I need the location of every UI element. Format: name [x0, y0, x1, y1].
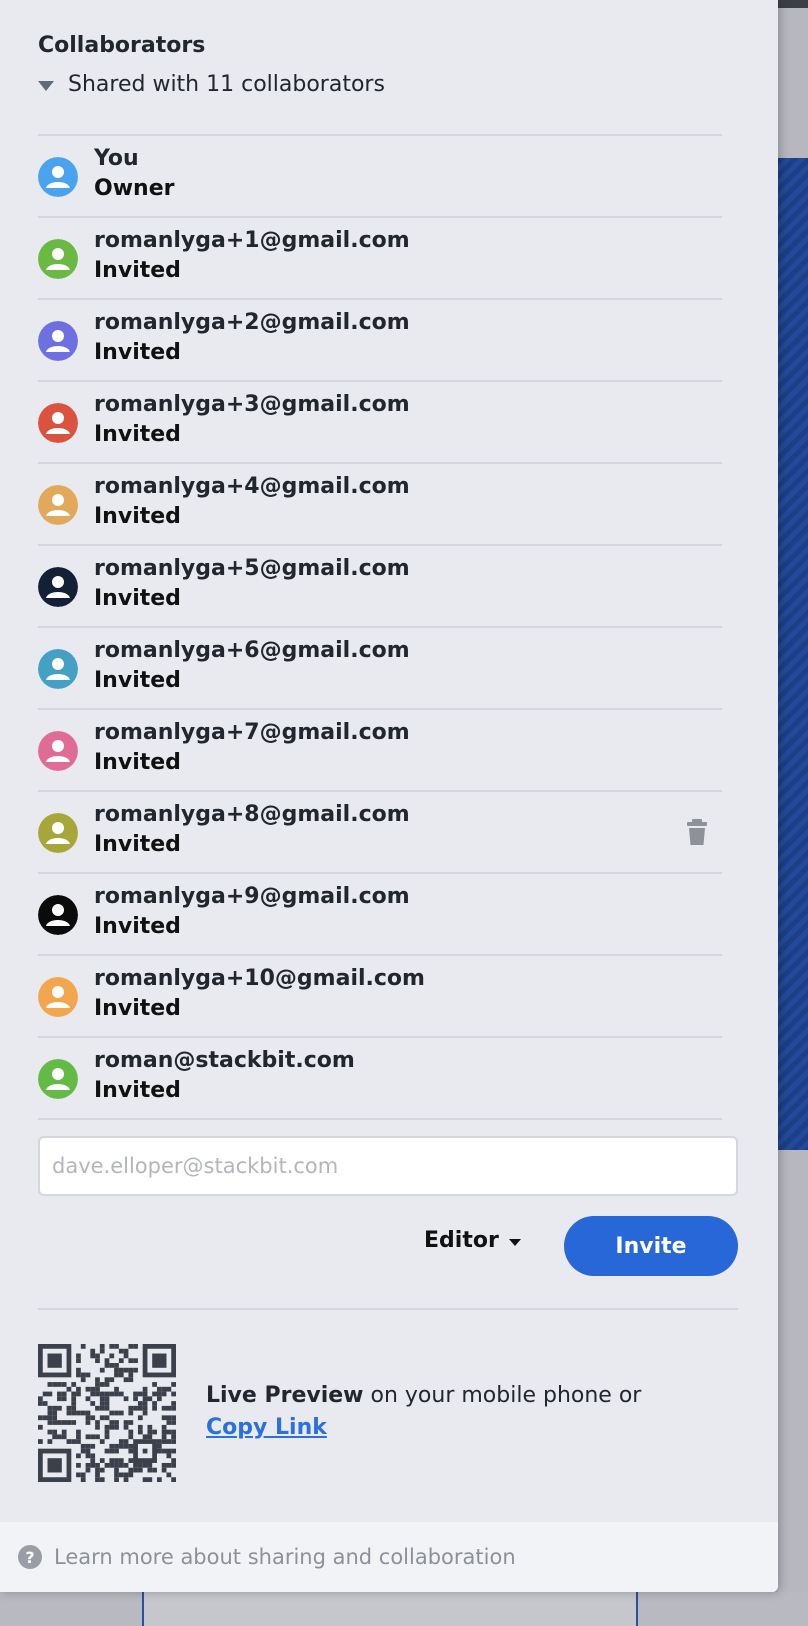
caret-down-icon [508, 1238, 521, 1246]
collaborator-status: Owner [94, 176, 175, 201]
collaborator-status: Invited [94, 586, 181, 611]
role-label: Editor [424, 1228, 499, 1253]
collaborator-status: Invited [94, 340, 181, 365]
person-icon [38, 731, 78, 771]
qr-code [38, 1344, 176, 1482]
collaborators-summary: Shared with 11 collaborators [68, 72, 385, 97]
collaborator-email: romanlyga+9@gmail.com [94, 884, 410, 909]
collaborator-email: romanlyga+6@gmail.com [94, 638, 410, 663]
collaborator-status: Invited [94, 832, 181, 857]
share-panel: Collaborators Shared with 11 collaborato… [0, 0, 778, 1592]
collaborator-email: romanlyga+8@gmail.com [94, 802, 410, 827]
collaborator-row: You Owner [38, 136, 722, 218]
collaborator-status: Invited [94, 258, 181, 283]
background-canvas [778, 158, 808, 1150]
person-icon [38, 977, 78, 1017]
live-preview-desc: on your mobile phone or [363, 1383, 642, 1408]
person-icon [38, 239, 78, 279]
collaborators-list: You Owner romanlyga+1@gmail.com Invited roma… [38, 134, 722, 1120]
live-preview-text: Live Preview on your mobile phone or Cop… [206, 1380, 641, 1444]
collaborator-row: roman@stackbit.com Invited [38, 1038, 722, 1120]
person-icon [38, 895, 78, 935]
live-preview-label: Live Preview [206, 1383, 364, 1408]
person-icon [38, 567, 78, 607]
collaborator-status: Invited [94, 504, 181, 529]
person-icon [38, 321, 78, 361]
person-icon [38, 157, 78, 197]
collaborator-email: You [94, 146, 139, 171]
trash-icon[interactable] [686, 818, 708, 846]
collaborator-row: romanlyga+1@gmail.com Invited [38, 218, 722, 300]
collaborator-status: Invited [94, 1078, 181, 1103]
collaborator-row: romanlyga+4@gmail.com Invited [38, 464, 722, 546]
person-icon [38, 1059, 78, 1099]
collaborator-row: romanlyga+7@gmail.com Invited [38, 710, 722, 792]
collaborator-status: Invited [94, 422, 181, 447]
footer: ? Learn more about sharing and collabora… [0, 1522, 778, 1592]
question-circle-icon: ? [18, 1545, 42, 1569]
collaborator-email: romanlyga+2@gmail.com [94, 310, 410, 335]
panel-title: Collaborators [38, 33, 206, 58]
collaborator-row: romanlyga+5@gmail.com Invited [38, 546, 722, 628]
collaborator-email: romanlyga+7@gmail.com [94, 720, 410, 745]
collaborator-email: romanlyga+4@gmail.com [94, 474, 410, 499]
collaborator-email: romanlyga+5@gmail.com [94, 556, 410, 581]
role-dropdown[interactable]: Editor [424, 1228, 521, 1253]
triangle-down-icon [38, 80, 54, 91]
collaborator-row: romanlyga+9@gmail.com Invited [38, 874, 722, 956]
collaborator-status: Invited [94, 750, 181, 775]
collaborator-row: romanlyga+6@gmail.com Invited [38, 628, 722, 710]
background-topbar [778, 0, 808, 8]
collaborator-row: romanlyga+10@gmail.com Invited [38, 956, 722, 1038]
collaborator-status: Invited [94, 668, 181, 693]
invite-button[interactable]: Invite [564, 1216, 738, 1276]
collaborator-email: roman@stackbit.com [94, 1048, 355, 1073]
person-icon [38, 485, 78, 525]
person-icon [38, 813, 78, 853]
person-icon [38, 649, 78, 689]
collaborator-row: romanlyga+3@gmail.com Invited [38, 382, 722, 464]
background-bottom-frame [142, 1592, 638, 1626]
collaborator-row: romanlyga+2@gmail.com Invited [38, 300, 722, 382]
collaborators-summary-toggle[interactable]: Shared with 11 collaborators [38, 72, 385, 97]
collaborator-status: Invited [94, 996, 181, 1021]
collaborator-email: romanlyga+1@gmail.com [94, 228, 410, 253]
person-icon [38, 403, 78, 443]
copy-link[interactable]: Copy Link [206, 1415, 327, 1440]
collaborator-row: romanlyga+8@gmail.com Invited [38, 792, 722, 874]
help-link[interactable]: Learn more about sharing and collaborati… [54, 1545, 516, 1569]
collaborator-email: romanlyga+10@gmail.com [94, 966, 425, 991]
invite-email-input[interactable] [38, 1136, 738, 1196]
divider [38, 1308, 738, 1310]
collaborator-status: Invited [94, 914, 181, 939]
collaborator-email: romanlyga+3@gmail.com [94, 392, 410, 417]
